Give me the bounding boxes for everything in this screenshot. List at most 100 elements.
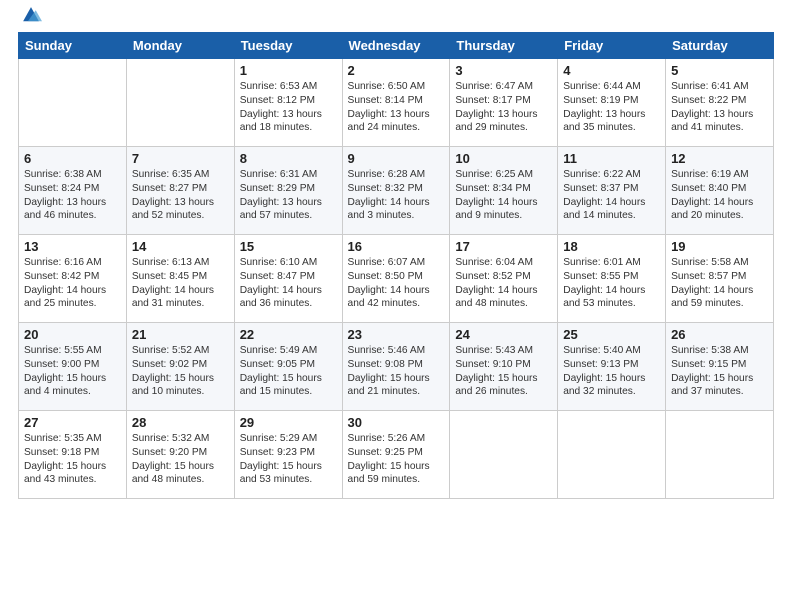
day-number: 24	[455, 327, 552, 342]
day-info: Sunrise: 6:31 AM Sunset: 8:29 PM Dayligh…	[240, 168, 337, 223]
calendar-cell: 16 Sunrise: 6:07 AM Sunset: 8:50 PM Dayli…	[342, 235, 450, 323]
day-info: Sunrise: 5:55 AM Sunset: 9:00 PM Dayligh…	[24, 344, 121, 399]
calendar-cell	[666, 411, 774, 499]
calendar-cell: 23 Sunrise: 5:46 AM Sunset: 9:08 PM Dayli…	[342, 323, 450, 411]
weekday-header-saturday: Saturday	[666, 33, 774, 59]
day-info: Sunrise: 6:53 AM Sunset: 8:12 PM Dayligh…	[240, 80, 337, 135]
week-row-4: 20 Sunrise: 5:55 AM Sunset: 9:00 PM Dayli…	[19, 323, 774, 411]
calendar-cell	[19, 59, 127, 147]
day-info: Sunrise: 6:19 AM Sunset: 8:40 PM Dayligh…	[671, 168, 768, 223]
calendar-cell: 25 Sunrise: 5:40 AM Sunset: 9:13 PM Dayli…	[558, 323, 666, 411]
day-info: Sunrise: 6:04 AM Sunset: 8:52 PM Dayligh…	[455, 256, 552, 311]
calendar-cell: 27 Sunrise: 5:35 AM Sunset: 9:18 PM Dayli…	[19, 411, 127, 499]
calendar-cell: 14 Sunrise: 6:13 AM Sunset: 8:45 PM Dayli…	[126, 235, 234, 323]
day-number: 16	[348, 239, 445, 254]
day-number: 9	[348, 151, 445, 166]
calendar-cell: 15 Sunrise: 6:10 AM Sunset: 8:47 PM Dayli…	[234, 235, 342, 323]
day-number: 12	[671, 151, 768, 166]
day-info: Sunrise: 6:44 AM Sunset: 8:19 PM Dayligh…	[563, 80, 660, 135]
day-info: Sunrise: 6:10 AM Sunset: 8:47 PM Dayligh…	[240, 256, 337, 311]
calendar-cell: 17 Sunrise: 6:04 AM Sunset: 8:52 PM Dayli…	[450, 235, 558, 323]
weekday-header-tuesday: Tuesday	[234, 33, 342, 59]
page: SundayMondayTuesdayWednesdayThursdayFrid…	[0, 0, 792, 612]
day-number: 28	[132, 415, 229, 430]
header	[18, 10, 774, 26]
day-info: Sunrise: 5:29 AM Sunset: 9:23 PM Dayligh…	[240, 432, 337, 487]
day-number: 1	[240, 63, 337, 78]
calendar-cell	[558, 411, 666, 499]
calendar-cell: 8 Sunrise: 6:31 AM Sunset: 8:29 PM Daylig…	[234, 147, 342, 235]
day-info: Sunrise: 5:49 AM Sunset: 9:05 PM Dayligh…	[240, 344, 337, 399]
day-number: 8	[240, 151, 337, 166]
calendar-cell: 13 Sunrise: 6:16 AM Sunset: 8:42 PM Dayli…	[19, 235, 127, 323]
day-info: Sunrise: 6:25 AM Sunset: 8:34 PM Dayligh…	[455, 168, 552, 223]
calendar-cell: 19 Sunrise: 5:58 AM Sunset: 8:57 PM Dayli…	[666, 235, 774, 323]
week-row-1: 1 Sunrise: 6:53 AM Sunset: 8:12 PM Daylig…	[19, 59, 774, 147]
day-number: 14	[132, 239, 229, 254]
day-number: 6	[24, 151, 121, 166]
calendar-cell: 11 Sunrise: 6:22 AM Sunset: 8:37 PM Dayli…	[558, 147, 666, 235]
calendar-cell: 26Sunrise: 5:38 AM Sunset: 9:15 PM Dayli…	[666, 323, 774, 411]
calendar-cell: 10 Sunrise: 6:25 AM Sunset: 8:34 PM Dayli…	[450, 147, 558, 235]
calendar-cell	[126, 59, 234, 147]
week-row-3: 13 Sunrise: 6:16 AM Sunset: 8:42 PM Dayli…	[19, 235, 774, 323]
calendar-cell: 5 Sunrise: 6:41 AM Sunset: 8:22 PM Daylig…	[666, 59, 774, 147]
week-row-5: 27 Sunrise: 5:35 AM Sunset: 9:18 PM Dayli…	[19, 411, 774, 499]
calendar-cell: 24Sunrise: 5:43 AM Sunset: 9:10 PM Dayli…	[450, 323, 558, 411]
day-info: Sunrise: 6:50 AM Sunset: 8:14 PM Dayligh…	[348, 80, 445, 135]
weekday-header-thursday: Thursday	[450, 33, 558, 59]
day-info: Sunrise: 6:13 AM Sunset: 8:45 PM Dayligh…	[132, 256, 229, 311]
calendar-cell: 2 Sunrise: 6:50 AM Sunset: 8:14 PM Daylig…	[342, 59, 450, 147]
calendar-cell: 28Sunrise: 5:32 AM Sunset: 9:20 PM Dayli…	[126, 411, 234, 499]
day-info: Sunrise: 6:16 AM Sunset: 8:42 PM Dayligh…	[24, 256, 121, 311]
day-info: Sunrise: 6:01 AM Sunset: 8:55 PM Dayligh…	[563, 256, 660, 311]
day-info: Sunrise: 5:35 AM Sunset: 9:18 PM Dayligh…	[24, 432, 121, 487]
week-row-2: 6 Sunrise: 6:38 AM Sunset: 8:24 PM Daylig…	[19, 147, 774, 235]
calendar-cell: 1 Sunrise: 6:53 AM Sunset: 8:12 PM Daylig…	[234, 59, 342, 147]
day-number: 30	[348, 415, 445, 430]
day-number: 29	[240, 415, 337, 430]
day-number: 13	[24, 239, 121, 254]
calendar-cell: 12 Sunrise: 6:19 AM Sunset: 8:40 PM Dayli…	[666, 147, 774, 235]
day-number: 19	[671, 239, 768, 254]
day-info: Sunrise: 5:58 AM Sunset: 8:57 PM Dayligh…	[671, 256, 768, 311]
calendar-cell: 6 Sunrise: 6:38 AM Sunset: 8:24 PM Daylig…	[19, 147, 127, 235]
calendar: SundayMondayTuesdayWednesdayThursdayFrid…	[18, 32, 774, 499]
day-number: 22	[240, 327, 337, 342]
day-info: Sunrise: 5:52 AM Sunset: 9:02 PM Dayligh…	[132, 344, 229, 399]
day-info: Sunrise: 5:40 AM Sunset: 9:13 PM Dayligh…	[563, 344, 660, 399]
day-number: 2	[348, 63, 445, 78]
day-number: 10	[455, 151, 552, 166]
logo	[18, 14, 42, 26]
day-number: 11	[563, 151, 660, 166]
calendar-cell: 20 Sunrise: 5:55 AM Sunset: 9:00 PM Dayli…	[19, 323, 127, 411]
day-number: 20	[24, 327, 121, 342]
day-number: 25	[563, 327, 660, 342]
day-info: Sunrise: 6:35 AM Sunset: 8:27 PM Dayligh…	[132, 168, 229, 223]
day-number: 5	[671, 63, 768, 78]
day-number: 27	[24, 415, 121, 430]
calendar-cell: 4 Sunrise: 6:44 AM Sunset: 8:19 PM Daylig…	[558, 59, 666, 147]
day-number: 18	[563, 239, 660, 254]
day-info: Sunrise: 6:41 AM Sunset: 8:22 PM Dayligh…	[671, 80, 768, 135]
calendar-cell: 18 Sunrise: 6:01 AM Sunset: 8:55 PM Dayli…	[558, 235, 666, 323]
day-info: Sunrise: 6:22 AM Sunset: 8:37 PM Dayligh…	[563, 168, 660, 223]
day-info: Sunrise: 6:28 AM Sunset: 8:32 PM Dayligh…	[348, 168, 445, 223]
calendar-cell: 7 Sunrise: 6:35 AM Sunset: 8:27 PM Daylig…	[126, 147, 234, 235]
day-info: Sunrise: 6:38 AM Sunset: 8:24 PM Dayligh…	[24, 168, 121, 223]
calendar-cell: 3Sunrise: 6:47 AM Sunset: 8:17 PM Daylig…	[450, 59, 558, 147]
day-number: 15	[240, 239, 337, 254]
calendar-cell: 30Sunrise: 5:26 AM Sunset: 9:25 PM Dayli…	[342, 411, 450, 499]
day-number: 4	[563, 63, 660, 78]
day-info: Sunrise: 6:07 AM Sunset: 8:50 PM Dayligh…	[348, 256, 445, 311]
calendar-cell: 22 Sunrise: 5:49 AM Sunset: 9:05 PM Dayli…	[234, 323, 342, 411]
day-number: 3	[455, 63, 552, 78]
day-info: Sunrise: 5:46 AM Sunset: 9:08 PM Dayligh…	[348, 344, 445, 399]
logo-icon	[20, 4, 42, 26]
day-number: 7	[132, 151, 229, 166]
weekday-header-wednesday: Wednesday	[342, 33, 450, 59]
day-number: 26	[671, 327, 768, 342]
day-number: 17	[455, 239, 552, 254]
weekday-header-monday: Monday	[126, 33, 234, 59]
day-number: 23	[348, 327, 445, 342]
